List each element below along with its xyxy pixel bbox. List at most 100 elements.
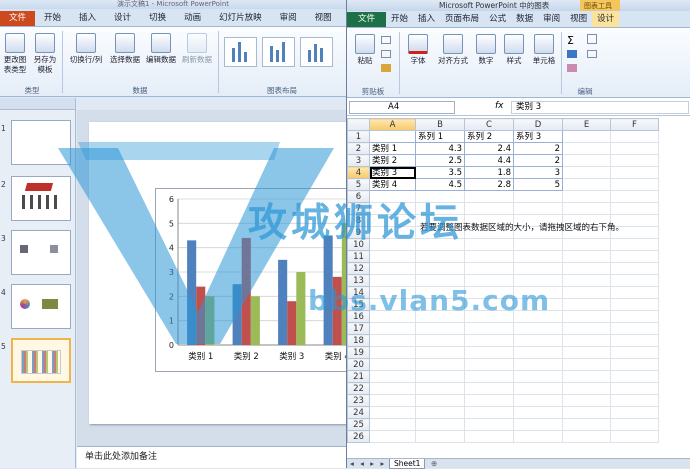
row-header[interactable]: 20 xyxy=(347,358,370,371)
cell[interactable] xyxy=(610,190,659,203)
excel-tab-file[interactable]: 文件 xyxy=(347,12,387,27)
column-header[interactable]: B xyxy=(415,118,465,131)
sort-filter-icon[interactable] xyxy=(587,34,597,44)
cell[interactable] xyxy=(562,250,611,263)
row-header[interactable]: 17 xyxy=(347,322,370,335)
cell[interactable] xyxy=(610,274,659,287)
cell[interactable] xyxy=(610,334,659,347)
cell[interactable] xyxy=(369,358,416,371)
excel-tab-data[interactable]: 数据 xyxy=(511,12,538,27)
row-header[interactable]: 3 xyxy=(347,154,370,167)
cell[interactable] xyxy=(464,358,514,371)
cell[interactable] xyxy=(513,370,563,383)
cell[interactable] xyxy=(562,178,611,191)
cell[interactable] xyxy=(369,370,416,383)
row-header[interactable]: 12 xyxy=(347,262,370,275)
cell[interactable] xyxy=(562,202,611,215)
excel-tab-insert[interactable]: 插入 xyxy=(413,12,440,27)
cell[interactable] xyxy=(464,370,514,383)
fx-icon[interactable]: fx xyxy=(495,101,504,111)
cell[interactable] xyxy=(562,142,611,155)
cell[interactable] xyxy=(513,382,563,395)
excel-tab-review[interactable]: 审阅 xyxy=(538,12,565,27)
fill-icon[interactable] xyxy=(567,50,577,58)
cell[interactable] xyxy=(562,406,611,419)
cell[interactable] xyxy=(562,430,611,443)
cell[interactable]: 2.8 xyxy=(464,178,514,191)
font-button[interactable]: 字体 xyxy=(405,34,431,66)
row-header[interactable]: 4 xyxy=(347,166,370,179)
cell[interactable] xyxy=(369,406,416,419)
cell[interactable] xyxy=(415,370,465,383)
paste-button[interactable]: 粘贴 xyxy=(353,34,377,66)
cell[interactable] xyxy=(369,262,416,275)
cell[interactable] xyxy=(562,166,611,179)
cells-button[interactable]: 单元格 xyxy=(529,34,559,66)
cell[interactable]: 类别 4 xyxy=(369,178,416,191)
cell[interactable] xyxy=(415,346,465,359)
cell[interactable] xyxy=(415,262,465,275)
insert-sheet-icon[interactable]: ⊕ xyxy=(431,459,437,468)
excel-tab-design[interactable]: 设计 xyxy=(592,12,620,27)
cell[interactable] xyxy=(562,370,611,383)
cell[interactable] xyxy=(562,190,611,203)
cell[interactable] xyxy=(415,406,465,419)
cell[interactable] xyxy=(610,382,659,395)
slide-thumbnail-5[interactable] xyxy=(11,338,71,383)
cut-icon[interactable] xyxy=(381,36,391,44)
cell[interactable] xyxy=(464,202,514,215)
cell[interactable] xyxy=(464,346,514,359)
slide-thumbnail-1[interactable] xyxy=(11,120,71,165)
corner-cell[interactable] xyxy=(347,118,370,131)
cell[interactable] xyxy=(415,322,465,335)
cell[interactable] xyxy=(610,346,659,359)
cell[interactable]: 3.5 xyxy=(415,166,465,179)
cell[interactable] xyxy=(610,406,659,419)
current-slide[interactable]: 0 1 2 3 4 5 6 类别 1 类别 2 类别 3 类别 4 xyxy=(89,122,346,424)
excel-tab-page-layout[interactable]: 页面布局 xyxy=(440,12,484,27)
cell[interactable] xyxy=(562,130,611,143)
cell[interactable] xyxy=(369,394,416,407)
ppt-tab-home[interactable]: 开始 xyxy=(35,11,70,26)
ppt-tab-design[interactable]: 设计 xyxy=(105,11,140,26)
cell[interactable] xyxy=(369,430,416,443)
row-header[interactable]: 19 xyxy=(347,346,370,359)
cell[interactable] xyxy=(610,262,659,275)
cell[interactable]: 5 xyxy=(513,178,563,191)
slide-thumbnail-3[interactable] xyxy=(11,230,71,275)
cell[interactable] xyxy=(369,250,416,263)
cell[interactable] xyxy=(610,430,659,443)
cell[interactable] xyxy=(513,262,563,275)
row-header[interactable]: 23 xyxy=(347,394,370,407)
select-data-button[interactable]: 选择数据 xyxy=(108,33,142,65)
cell[interactable] xyxy=(562,274,611,287)
cell[interactable] xyxy=(415,382,465,395)
cell[interactable] xyxy=(369,382,416,395)
cell[interactable] xyxy=(415,430,465,443)
format-painter-icon[interactable] xyxy=(381,64,391,72)
cell[interactable] xyxy=(513,202,563,215)
cell[interactable] xyxy=(610,178,659,191)
cell[interactable] xyxy=(562,310,611,323)
cell[interactable] xyxy=(562,322,611,335)
cell[interactable]: 4.4 xyxy=(464,154,514,167)
cell[interactable]: 1.8 xyxy=(464,166,514,179)
cell[interactable]: 2 xyxy=(513,154,563,167)
ppt-tab-insert[interactable]: 插入 xyxy=(70,11,105,26)
find-icon[interactable] xyxy=(587,50,597,58)
cell[interactable] xyxy=(464,394,514,407)
excel-tab-view[interactable]: 视图 xyxy=(565,12,592,27)
cell[interactable] xyxy=(415,418,465,431)
cell[interactable] xyxy=(464,262,514,275)
cell[interactable] xyxy=(464,250,514,263)
cell[interactable]: 系列 1 xyxy=(415,130,465,143)
cell[interactable] xyxy=(610,370,659,383)
cell[interactable] xyxy=(369,322,416,335)
cell[interactable] xyxy=(513,190,563,203)
cell[interactable] xyxy=(513,238,563,251)
cell[interactable] xyxy=(562,394,611,407)
cell[interactable] xyxy=(610,310,659,323)
row-header[interactable]: 25 xyxy=(347,418,370,431)
cell[interactable] xyxy=(562,382,611,395)
chart-layout-option-1[interactable] xyxy=(224,37,257,67)
